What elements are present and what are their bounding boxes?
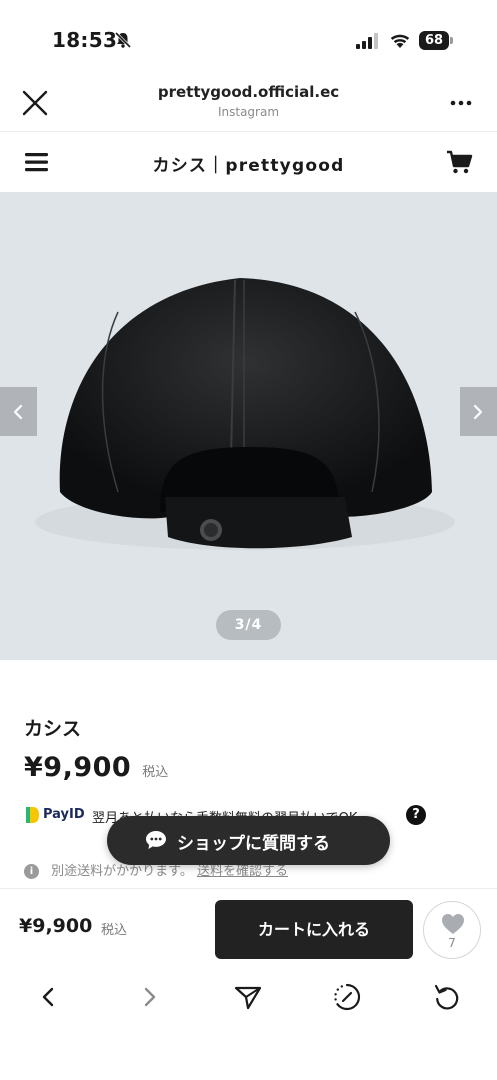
back-icon[interactable] <box>34 982 64 1012</box>
status-bar: 18:53 68 <box>0 0 497 70</box>
ask-shop-button[interactable]: ショップに質問する <box>107 816 390 865</box>
help-icon[interactable]: ? <box>406 805 426 825</box>
send-icon[interactable] <box>233 982 263 1012</box>
bell-slash-icon <box>114 31 132 49</box>
chevron-right-icon <box>473 404 483 420</box>
product-price: ¥9,900 <box>24 752 132 783</box>
cart-icon[interactable] <box>445 148 473 176</box>
product-image-cap <box>35 278 455 550</box>
bar-price: ¥9,900 <box>19 915 93 937</box>
ask-shop-label: ショップに質問する <box>177 834 330 854</box>
refresh-icon[interactable] <box>432 982 462 1012</box>
carousel-prev-button[interactable] <box>0 387 37 436</box>
price-row: ¥9,900 税込 <box>24 752 168 788</box>
shipping-link[interactable]: 送料を確認する <box>197 864 288 879</box>
shop-title[interactable]: カシス｜prettygood <box>0 151 497 176</box>
like-button[interactable]: 7 <box>423 901 481 959</box>
site-domain: prettygood.official.ec <box>157 83 340 101</box>
tax-note: 税込 <box>142 765 169 780</box>
heart-icon <box>442 914 464 934</box>
bar-tax-note: 税込 <box>101 923 128 938</box>
payid-logo-icon <box>26 807 39 823</box>
browser-header: prettygood.official.ec Instagram <box>0 70 497 132</box>
forward-icon[interactable] <box>134 982 164 1012</box>
chevron-left-icon <box>13 404 23 420</box>
more-icon[interactable] <box>446 94 476 112</box>
chat-bubble-icon <box>146 831 166 849</box>
carousel-next-button[interactable] <box>460 387 497 436</box>
status-time: 18:53 <box>52 28 118 52</box>
shop-nav: カシス｜prettygood <box>0 132 497 192</box>
browser-toolbar <box>0 968 497 1028</box>
product-image-carousel[interactable]: 3/4 <box>0 192 497 660</box>
battery-level: 68 <box>419 31 449 50</box>
loading-icon[interactable] <box>332 982 362 1012</box>
like-count: 7 <box>448 936 456 950</box>
wifi-icon <box>390 34 410 48</box>
product-name: カシス <box>24 718 82 740</box>
payid-brand: PayID <box>43 807 85 822</box>
buy-bar: ¥9,900 税込 カートに入れる 7 <box>0 888 497 968</box>
battery-icon: 68 <box>419 31 453 50</box>
battery-tip <box>450 37 453 44</box>
info-icon: i <box>24 864 39 879</box>
shipping-text: 別途送料がかかります。 <box>51 864 193 879</box>
carousel-page-indicator: 3/4 <box>216 610 281 640</box>
site-source: Instagram <box>217 105 280 119</box>
add-to-cart-button[interactable]: カートに入れる <box>215 900 413 959</box>
signal-icon <box>356 33 378 49</box>
